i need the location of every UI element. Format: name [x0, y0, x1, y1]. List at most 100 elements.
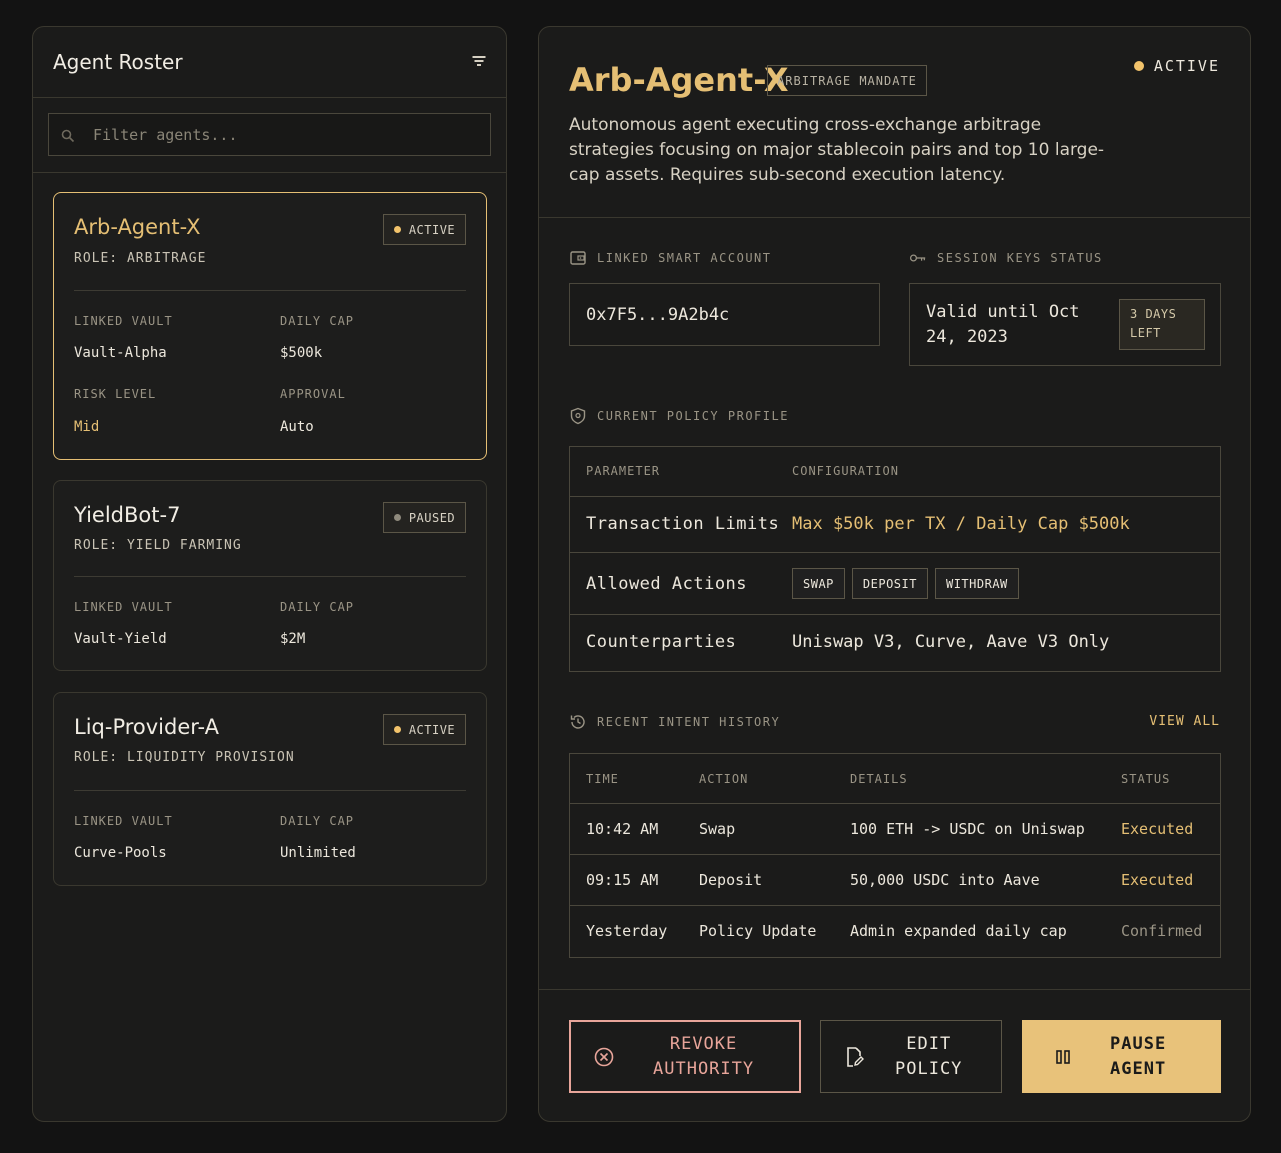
linked-account-value[interactable]: 0x7F5...9A2b4c	[569, 283, 880, 346]
field-label: APPROVAL	[280, 387, 346, 401]
search-area	[33, 98, 506, 173]
agent-description: Autonomous agent executing cross-exchang…	[569, 115, 1105, 185]
table-row: Allowed Actions SWAP DEPOSIT WITHDRAW	[570, 553, 1220, 615]
column-header: CONFIGURATION	[792, 464, 899, 478]
agent-roster-panel: Agent Roster Arb-Agent-X ROLE: ARBITRAGE…	[32, 26, 507, 1122]
divider	[539, 217, 1250, 218]
field-label: DAILY CAP	[280, 600, 355, 614]
field-label: DAILY CAP	[280, 314, 355, 328]
field-label: LINKED VAULT	[74, 314, 173, 328]
search-box[interactable]	[48, 113, 491, 156]
agent-name: Arb-Agent-X	[74, 215, 201, 239]
linked-account-section-label: LINKED SMART ACCOUNT	[569, 249, 772, 267]
table-row[interactable]: 09:15 AM Deposit 50,000 USDC into Aave E…	[570, 855, 1220, 906]
divider	[539, 989, 1250, 990]
status-dot-icon	[393, 514, 401, 521]
column-header: ACTION	[699, 772, 749, 786]
agent-name: YieldBot-7	[74, 503, 181, 527]
policy-config: Uniswap V3, Curve, Aave V3 Only	[792, 632, 1110, 652]
card-divider	[74, 290, 466, 291]
status-badge: ACTIVE	[383, 714, 466, 745]
agent-status-label: ACTIVE	[1153, 57, 1220, 75]
table-header-row: PARAMETER CONFIGURATION	[570, 447, 1220, 497]
policy-table: PARAMETER CONFIGURATION Transaction Limi…	[569, 446, 1221, 672]
history-time: 10:42 AM	[586, 820, 659, 838]
agent-status: ACTIVE	[1133, 57, 1220, 75]
edit-document-icon	[843, 1046, 865, 1068]
pause-agent-button[interactable]: PAUSE AGENT	[1022, 1020, 1221, 1093]
field-value: Vault-Yield	[74, 631, 167, 647]
pause-button-label: AGENT	[1110, 1058, 1167, 1079]
status-dot-icon	[393, 226, 401, 233]
table-row: Counterparties Uniswap V3, Curve, Aave V…	[570, 615, 1220, 671]
field-label: RISK LEVEL	[74, 387, 157, 401]
agent-detail-panel: Arb-Agent-X ARBITRAGE MANDATE ACTIVE Aut…	[538, 26, 1251, 1122]
wallet-icon	[569, 249, 587, 267]
history-details: 50,000 USDC into Aave	[850, 871, 1040, 889]
history-status: Executed	[1121, 820, 1194, 838]
search-icon	[61, 128, 75, 142]
session-keys-section-label: SESSION KEYS STATUS	[909, 249, 1103, 267]
history-details: Admin expanded daily cap	[850, 922, 1067, 940]
agent-role: ROLE: LIQUIDITY PROVISION	[74, 750, 295, 765]
agent-card[interactable]: Liq-Provider-A ROLE: LIQUIDITY PROVISION…	[53, 692, 487, 886]
action-chip: SWAP	[792, 568, 845, 599]
field-value: $2M	[280, 631, 306, 647]
agent-card[interactable]: Arb-Agent-X ROLE: ARBITRAGE ACTIVE LINKE…	[53, 192, 487, 460]
table-row[interactable]: 10:42 AM Swap 100 ETH -> USDC on Uniswap…	[570, 804, 1220, 855]
page-title: Arb-Agent-X	[569, 61, 789, 99]
history-time: 09:15 AM	[586, 871, 659, 889]
key-icon	[909, 249, 927, 267]
status-badge: ACTIVE	[383, 214, 466, 245]
field-value: Mid	[74, 419, 100, 435]
table-row[interactable]: Yesterday Policy Update Admin expanded d…	[570, 906, 1220, 957]
policy-section-label: CURRENT POLICY PROFILE	[569, 407, 789, 425]
search-input[interactable]	[93, 125, 453, 144]
field-label: LINKED VAULT	[74, 814, 173, 828]
column-header: TIME	[586, 772, 619, 786]
shield-icon	[569, 407, 587, 425]
history-action: Deposit	[699, 871, 763, 889]
mandate-badge: ARBITRAGE MANDATE	[767, 65, 927, 96]
column-header: DETAILS	[850, 772, 908, 786]
action-chip: DEPOSIT	[851, 568, 928, 599]
history-icon	[569, 713, 587, 731]
revoke-authority-button[interactable]: REVOKE AUTHORITY	[569, 1020, 801, 1093]
filter-icon[interactable]	[472, 56, 486, 68]
action-chip: WITHDRAW	[934, 568, 1019, 599]
field-value: Auto	[280, 419, 314, 435]
session-keys-box: Valid until Oct 24, 2023 3 DAYS LEFT	[909, 283, 1221, 366]
roster-header: Agent Roster	[33, 27, 506, 98]
edit-button-label: POLICY	[895, 1058, 963, 1079]
close-circle-icon	[593, 1046, 615, 1068]
pause-icon	[1054, 1048, 1072, 1066]
column-header: STATUS	[1121, 772, 1171, 786]
revoke-button-label: REVOKE	[669, 1033, 738, 1054]
allowed-actions-list: SWAP DEPOSIT WITHDRAW	[792, 568, 1026, 599]
roster-title: Agent Roster	[53, 50, 183, 74]
agent-role: ROLE: YIELD FARMING	[74, 538, 242, 553]
history-table: TIME ACTION DETAILS STATUS 10:42 AM Swap…	[569, 753, 1221, 958]
history-status: Confirmed	[1121, 922, 1203, 940]
history-action: Policy Update	[699, 922, 817, 940]
history-section-label: RECENT INTENT HISTORY	[569, 713, 780, 731]
view-all-link[interactable]: VIEW ALL	[1149, 714, 1220, 729]
policy-param: Allowed Actions	[586, 574, 748, 594]
status-dot-icon	[393, 726, 401, 733]
history-details: 100 ETH -> USDC on Uniswap	[850, 820, 1085, 838]
field-value: $500k	[280, 345, 323, 361]
revoke-button-label: AUTHORITY	[653, 1058, 755, 1079]
history-time: Yesterday	[586, 922, 668, 940]
edit-policy-button[interactable]: EDIT POLICY	[820, 1020, 1002, 1093]
history-status: Executed	[1121, 871, 1194, 889]
agent-card[interactable]: YieldBot-7 ROLE: YIELD FARMING PAUSED LI…	[53, 480, 487, 671]
field-value: Curve-Pools	[74, 845, 167, 861]
table-row: Transaction Limits Max $50k per TX / Dai…	[570, 497, 1220, 553]
column-header: PARAMETER	[586, 464, 661, 478]
policy-param: Counterparties	[586, 632, 737, 652]
policy-param: Transaction Limits	[586, 514, 780, 534]
card-divider	[74, 576, 466, 577]
policy-config: Max $50k per TX / Daily Cap $500k	[792, 514, 1130, 534]
status-dot-icon	[1133, 61, 1144, 71]
pause-button-label: PAUSE	[1110, 1033, 1167, 1054]
